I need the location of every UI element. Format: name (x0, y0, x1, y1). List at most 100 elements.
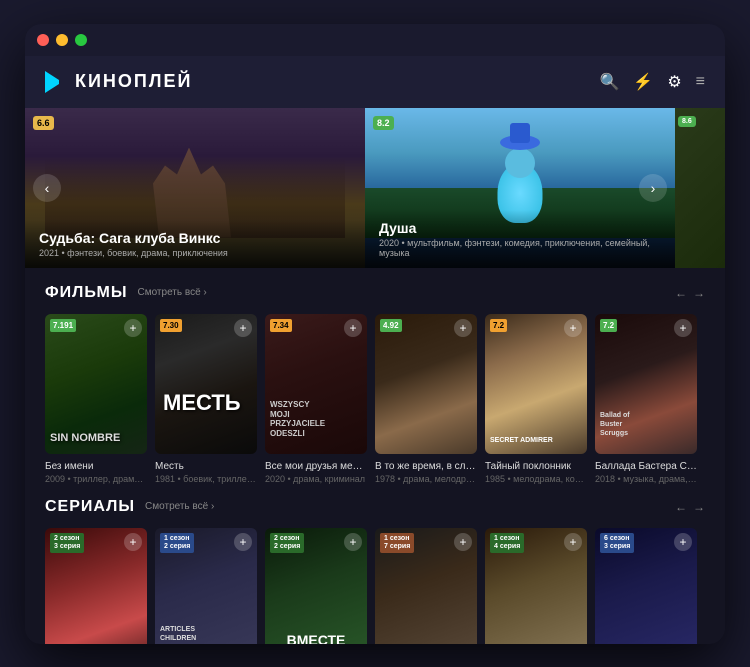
series-badge-3: 2 сезон2 серия (270, 533, 304, 554)
series-card-1[interactable]: 2 сезон3 серия + (45, 528, 147, 644)
series-badge-2: 1 сезон2 серия (160, 533, 194, 554)
movie-name-6: Баллада Бастера Скраг... (595, 460, 697, 473)
carousel-meta-2: 2020 • мультфильм, фэнтези, комедия, при… (379, 238, 661, 258)
series-badge-1: 2 сезон3 серия (50, 533, 84, 554)
series-card-5[interactable]: 1 сезон4 серия + (485, 528, 587, 644)
carousel-next-btn[interactable]: › (639, 174, 667, 202)
movie-year-5: 1985 • мелодрама, комедия (485, 474, 587, 484)
filter-icon[interactable]: ⚡ (633, 72, 653, 92)
movie-rating-4: 4.92 (380, 319, 402, 332)
search-icon[interactable]: 🔍 (599, 72, 619, 92)
films-next-btn[interactable]: → (693, 286, 705, 300)
series-section: СЕРИАЛЫ Смотреть всё › ← → 2 сезон3 сери… (25, 484, 725, 644)
films-see-all[interactable]: Смотреть всё › (137, 287, 206, 298)
movie-rating-5: 7.2 (490, 319, 507, 332)
movie-add-btn-4[interactable]: + (454, 319, 472, 337)
movie-add-btn-2[interactable]: + (234, 319, 252, 337)
movie-card-4[interactable]: 4.92 + В то же время, в след... 1978 • д… (375, 314, 477, 484)
series-badge-6: 6 сезон3 серия (600, 533, 634, 554)
series-badge-4: 1 сезон7 серия (380, 533, 414, 554)
movie-name-3: Все мои друзья мертвы (265, 460, 367, 473)
movie-poster-5: 7.2 + SECRET ADMIRER (485, 314, 587, 454)
series-card-6[interactable]: 6 сезон3 серия + (595, 528, 697, 644)
title-bar (25, 24, 725, 56)
movie-name-2: Месть (155, 460, 257, 473)
movie-card-1[interactable]: 7.191 + SIN NOMBRE Без имени 2009 • трил… (45, 314, 147, 484)
series-see-all[interactable]: Смотреть всё › (145, 501, 214, 512)
movie-year-1: 2009 • триллер, драма, крим... (45, 474, 147, 484)
carousel-overlay-2: Душа 2020 • мультфильм, фэнтези, комедия… (365, 210, 675, 268)
series-nav: ← → (675, 500, 705, 514)
series-card-4[interactable]: 1 сезон7 серия + (375, 528, 477, 644)
hero-carousel: 6.6 Судьба: Сага клуба Винкс 2021 • фэнт… (25, 108, 725, 268)
movie-poster-6: 7.2 + Ballad ofBusterScruggs (595, 314, 697, 454)
movie-add-btn-5[interactable]: + (564, 319, 582, 337)
films-prev-btn[interactable]: ← (675, 286, 687, 300)
series-card-3[interactable]: 2 сезон2 серия + ВМЕСТЕ (265, 528, 367, 644)
carousel-track: 6.6 Судьба: Сага клуба Винкс 2021 • фэнт… (25, 108, 725, 268)
movie-rating-2: 7.30 (160, 319, 182, 332)
movie-add-btn-1[interactable]: + (124, 319, 142, 337)
series-poster-1: 2 сезон3 серия + (45, 528, 147, 644)
carousel-overlay-1: Судьба: Сага клуба Винкс 2021 • фэнтези,… (25, 220, 365, 268)
series-add-btn-6[interactable]: + (674, 533, 692, 551)
app-window: КИНОПЛЕЙ 🔍 ⚡ ⚙ ≡ (25, 24, 725, 644)
window-minimize-btn[interactable] (56, 34, 68, 46)
carousel-rating-2: 8.2 (373, 116, 394, 130)
series-add-btn-4[interactable]: + (454, 533, 472, 551)
movie-year-2: 1981 • боевик, триллер, дра... (155, 474, 257, 484)
carousel-title-2: Душа (379, 220, 661, 236)
series-poster-2: 1 сезон2 серия + ARTICLESCHILDRENADULTS … (155, 528, 257, 644)
movie-card-6[interactable]: 7.2 + Ballad ofBusterScruggs Баллада Бас… (595, 314, 697, 484)
films-section: ФИЛЬМЫ Смотреть всё › ← → 7.191 + SIN NO… (25, 268, 725, 484)
films-section-header: ФИЛЬМЫ Смотреть всё › ← → (45, 284, 705, 302)
menu-icon[interactable]: ≡ (696, 73, 705, 91)
logo-text: КИНОПЛЕЙ (75, 71, 192, 92)
films-nav: ← → (675, 286, 705, 300)
window-maximize-btn[interactable] (75, 34, 87, 46)
series-add-btn-1[interactable]: + (124, 533, 142, 551)
series-badge-5: 1 сезон4 серия (490, 533, 524, 554)
movie-poster-2: 7.30 + МЕСТЬ (155, 314, 257, 454)
series-section-header: СЕРИАЛЫ Смотреть всё › ← → (45, 498, 705, 516)
app-header: КИНОПЛЕЙ 🔍 ⚡ ⚙ ≡ (25, 56, 725, 108)
logo-play-icon (45, 71, 67, 93)
settings-icon[interactable]: ⚙ (667, 72, 681, 92)
carousel-item-soul[interactable]: 8.2 Душа 2020 • мультфильм, фэнтези, ком… (365, 108, 675, 268)
main-content: 6.6 Судьба: Сага клуба Винкс 2021 • фэнт… (25, 108, 725, 644)
movie-rating-3: 7.34 (270, 319, 292, 332)
carousel-prev-btn[interactable]: ‹ (33, 174, 61, 202)
movie-poster-1: 7.191 + SIN NOMBRE (45, 314, 147, 454)
movie-card-2[interactable]: 7.30 + МЕСТЬ Месть 1981 • боевик, трилле… (155, 314, 257, 484)
series-card-2[interactable]: 1 сезон2 серия + ARTICLESCHILDRENADULTS … (155, 528, 257, 644)
series-poster-5: 1 сезон4 серия + (485, 528, 587, 644)
series-add-btn-5[interactable]: + (564, 533, 582, 551)
movie-card-5[interactable]: 7.2 + SECRET ADMIRER Тайный поклонник 19… (485, 314, 587, 484)
logo: КИНОПЛЕЙ (45, 71, 599, 93)
movie-name-5: Тайный поклонник (485, 460, 587, 473)
series-add-btn-2[interactable]: + (234, 533, 252, 551)
carousel-item-partial[interactable]: 8.6 (675, 108, 725, 268)
series-poster-4: 1 сезон7 серия + (375, 528, 477, 644)
movie-card-3[interactable]: 7.34 + WSZYSCYMOJIPRZYJACIELEODESZLI Все… (265, 314, 367, 484)
series-poster-3: 2 сезон2 серия + ВМЕСТЕ (265, 528, 367, 644)
header-icons: 🔍 ⚡ ⚙ ≡ (599, 72, 705, 92)
movie-rating-1: 7.191 (50, 319, 76, 332)
window-close-btn[interactable] (37, 34, 49, 46)
carousel-title-1: Судьба: Сага клуба Винкс (39, 230, 351, 246)
movie-poster-4: 4.92 + (375, 314, 477, 454)
series-add-btn-3[interactable]: + (344, 533, 362, 551)
series-next-btn[interactable]: → (693, 500, 705, 514)
movie-poster-3: 7.34 + WSZYSCYMOJIPRZYJACIELEODESZLI (265, 314, 367, 454)
series-prev-btn[interactable]: ← (675, 500, 687, 514)
films-title: ФИЛЬМЫ (45, 284, 127, 302)
movie-year-6: 2018 • музыка, драма, молод... (595, 474, 697, 484)
carousel-item-winx[interactable]: 6.6 Судьба: Сага клуба Винкс 2021 • фэнт… (25, 108, 365, 268)
carousel-rating-3: 8.6 (678, 116, 696, 127)
carousel-rating-1: 6.6 (33, 116, 54, 130)
movie-name-4: В то же время, в след... (375, 460, 477, 473)
movie-add-btn-3[interactable]: + (344, 319, 362, 337)
movie-rating-6: 7.2 (600, 319, 617, 332)
movie-add-btn-6[interactable]: + (674, 319, 692, 337)
films-grid: 7.191 + SIN NOMBRE Без имени 2009 • трил… (45, 314, 705, 484)
